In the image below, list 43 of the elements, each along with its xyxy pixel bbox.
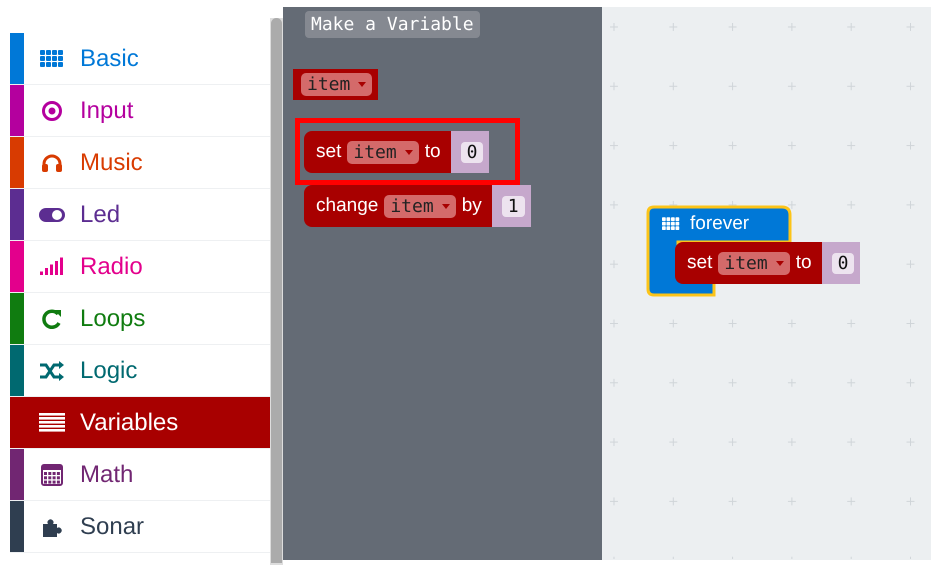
signal-icon	[39, 256, 65, 276]
number-input[interactable]: 0	[450, 131, 490, 173]
caret-icon	[358, 82, 366, 87]
block-label: set	[687, 252, 712, 274]
number-input[interactable]: 1	[492, 185, 531, 227]
category-item[interactable]: Radio	[10, 241, 270, 293]
category-item[interactable]: Sonar	[10, 501, 270, 553]
shuffle-icon	[39, 360, 65, 380]
variable-block[interactable]: item	[293, 69, 378, 100]
make-variable-button[interactable]: Make a Variable	[305, 11, 480, 38]
grid-icon	[40, 50, 64, 68]
block-label: forever	[690, 212, 750, 234]
caret-icon	[404, 150, 413, 154]
variable-dropdown[interactable]: item	[384, 194, 456, 218]
category-item[interactable]: Music	[10, 137, 270, 189]
block-label: to	[796, 252, 812, 274]
number-input[interactable]: 0	[822, 242, 860, 284]
category-item[interactable]: Basic	[10, 33, 270, 85]
variable-dropdown[interactable]: item	[301, 73, 372, 96]
block-label: to	[424, 141, 441, 163]
variable-dropdown[interactable]: item	[347, 140, 419, 164]
category-item[interactable]: Input	[10, 85, 270, 137]
calculator-icon	[41, 464, 63, 486]
toggle-icon	[38, 206, 66, 222]
block-label: change	[316, 195, 378, 217]
change-block[interactable]: change item by 1	[304, 185, 531, 227]
caret-icon	[776, 260, 784, 266]
block-label: by	[462, 195, 482, 217]
block-label: set	[316, 141, 342, 163]
category-item[interactable]: Variables	[10, 397, 270, 449]
refresh-icon	[41, 308, 63, 330]
set-block[interactable]: set item to 0	[304, 131, 490, 173]
list-icon	[39, 412, 65, 432]
category-item[interactable]: Loops	[10, 293, 270, 345]
category-item[interactable]: Led	[10, 189, 270, 241]
scrollbar-thumb[interactable]	[271, 18, 282, 563]
target-icon	[41, 100, 63, 122]
grid-icon	[662, 216, 680, 230]
category-item[interactable]: Math	[10, 449, 270, 501]
set-block[interactable]: set item to 0	[675, 242, 860, 284]
caret-icon	[442, 204, 450, 208]
variable-dropdown[interactable]: item	[718, 252, 790, 274]
headphones-icon	[41, 152, 63, 172]
